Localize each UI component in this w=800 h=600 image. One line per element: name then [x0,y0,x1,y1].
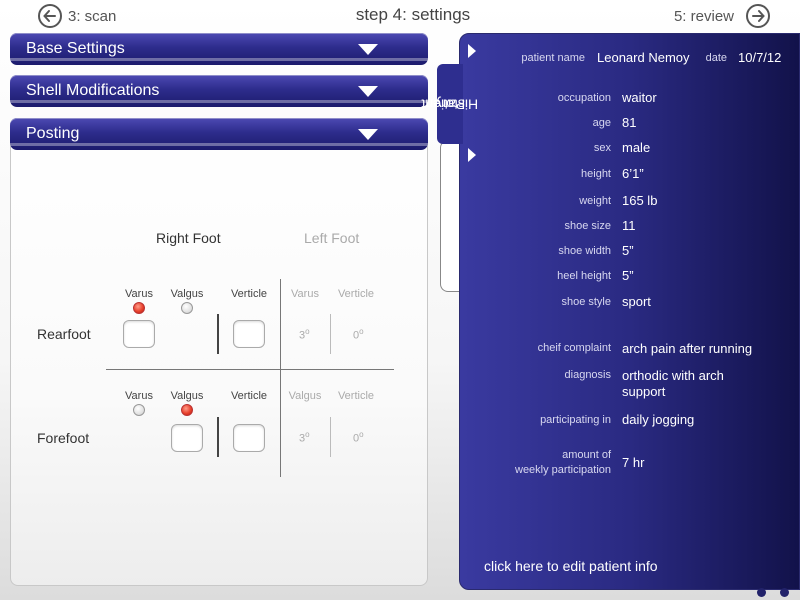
forefoot-left-divider [330,417,331,457]
forefoot-left-col2-label: Verticle [337,390,375,402]
rearfoot-left-val1: 3o [299,327,310,342]
right-foot-heading: Right Foot [156,230,221,246]
amount-value: 7 hr [622,455,645,470]
forefoot-divider [217,417,219,457]
date-value: 10/7/12 [738,50,782,65]
rearfoot-left-col2-label: Verticle [337,288,375,300]
forefoot-left-val1: 3o [299,430,310,445]
diagnosis-label: diagnosis [564,369,611,381]
forefoot-verticle-input[interactable] [233,424,265,452]
accordion-shell-modifications[interactable]: Shell Modifications [10,75,428,107]
field-value: waitor [622,90,657,105]
rearfoot-label: Rearfoot [37,326,91,342]
diagnosis-value-line2: support [622,384,666,399]
field-label: age [592,117,611,129]
accordion-label: Shell Modifications [26,82,160,99]
patient-history-tab-label: Patient History [421,96,479,113]
edit-patient-info-link[interactable]: click here to edit patient info [484,558,658,574]
rearfoot-left-val2: 0o [353,327,364,342]
field-label: heel height [557,270,611,282]
field-value: 11 [622,218,636,233]
accordion-label: Posting [26,125,80,142]
left-foot-heading: Left Foot [304,230,360,246]
next-button[interactable]: 5: review [674,4,770,28]
forefoot-left-val2: 0o [353,430,364,445]
field-label: shoe width [558,245,611,257]
triangle-down-icon [358,85,378,97]
forefoot-valgus-input[interactable] [171,424,203,452]
field-label: shoe size [564,220,611,232]
field-value: 5” [622,243,634,258]
rearfoot-valgus-label: Valgus [170,288,204,300]
complaint-label: cheif complaint [537,342,611,354]
accordion-label: Base Settings [26,40,125,57]
field-value: male [622,140,651,155]
patient-name-label: patient name [521,52,585,64]
rearfoot-verticle-label: Verticle [230,288,268,300]
triangle-down-icon [358,43,378,55]
rearfoot-varus-radio[interactable] [133,302,145,314]
accordion-base-settings[interactable]: Base Settings [10,33,428,65]
diagnosis-value-line1: orthodic with arch [622,368,724,383]
field-value: 6’1” [622,166,644,181]
field-value: sport [622,294,651,309]
triangle-down-icon [358,128,378,140]
field-label: shoe style [561,296,611,308]
rearfoot-varus-input[interactable] [123,320,155,348]
accordion-posting[interactable]: Posting [10,118,428,150]
posting-panel [10,118,428,586]
amount-label-line1: amount of [562,449,611,461]
field-label: height [581,168,611,180]
rearfoot-divider [217,314,219,354]
rearfoot-left-divider [330,314,331,354]
date-label: date [705,52,727,64]
field-label: sex [593,142,611,154]
forefoot-varus-radio[interactable] [133,404,145,416]
next-label: 5: review [673,7,734,25]
grid-divider-horizontal [106,369,394,370]
rearfoot-verticle-input[interactable] [233,320,265,348]
field-label: occupation [557,92,611,104]
field-value: 81 [622,115,637,130]
page-indicator-dot [757,588,766,597]
rearfoot-valgus-radio[interactable] [181,302,193,314]
field-value: 165 lb [622,193,658,208]
field-label: weight [579,195,611,207]
forefoot-valgus-label: Valgus [170,390,204,402]
page-indicator-dot [780,588,789,597]
participating-label: participating in [540,414,611,426]
forefoot-verticle-label: Verticle [230,390,268,402]
participating-value: daily jogging [622,412,695,427]
amount-label-line2: weekly participation [515,464,611,476]
forefoot-valgus-radio[interactable] [181,404,193,416]
complaint-value: arch pain after running [622,341,753,356]
arrow-right-circle-icon [746,4,770,28]
patient-history-tab[interactable]: Patient History [421,64,479,144]
grid-divider-vertical [280,279,281,477]
forefoot-label: Forefoot [37,430,90,446]
field-value: 5” [622,268,634,283]
top-nav: 3: scan step 4: settings 5: review [0,0,800,32]
